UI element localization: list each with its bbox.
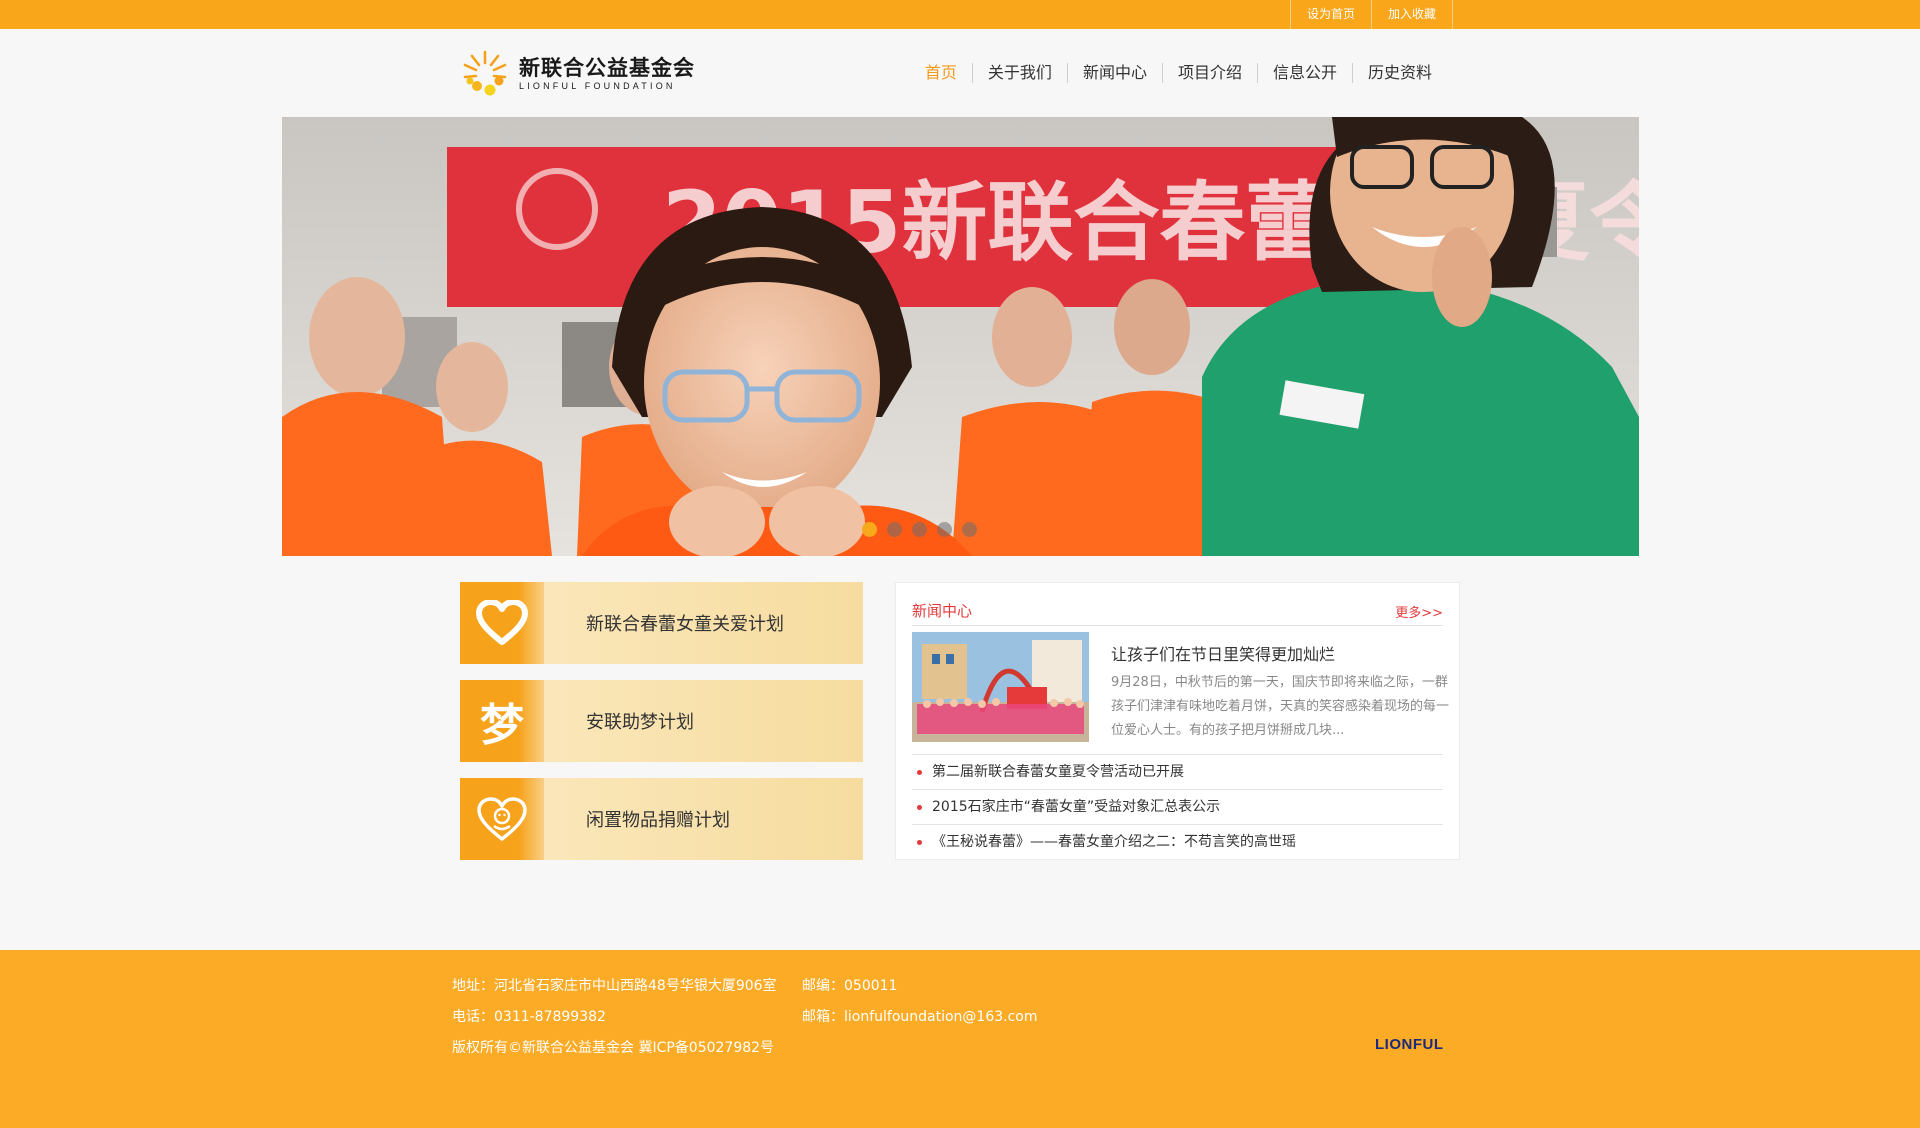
project-card-dream[interactable]: 梦 安联助梦计划 (460, 680, 863, 762)
nav-about[interactable]: 关于我们 (971, 63, 1067, 83)
heart-face-icon (460, 778, 544, 860)
bullet-icon (917, 805, 922, 810)
banner-photo: 2015新联合春蕾女童夏令 (282, 117, 1639, 556)
add-favorite-link[interactable]: 加入收藏 (1370, 0, 1453, 29)
bullet-icon (917, 840, 922, 845)
news-item-title: 《王秘说春蕾》——春蕾女童介绍之二：不苟言笑的高世瑶 (932, 834, 1296, 850)
project-label: 新联合春蕾女童关爱计划 (586, 614, 784, 635)
footer-postcode: 邮编：050011 (802, 978, 898, 994)
project-card-donation[interactable]: 闲置物品捐赠计划 (460, 778, 863, 860)
hero-banner[interactable]: 2015新联合春蕾女童夏令 (282, 117, 1639, 556)
news-header: 新闻中心 更多>> (912, 596, 1443, 626)
dream-char-icon: 梦 (460, 680, 544, 762)
featured-news-title[interactable]: 让孩子们在节日里笑得更加灿烂 (1111, 641, 1335, 665)
project-card-spring-bud[interactable]: 新联合春蕾女童关爱计划 (460, 582, 863, 664)
set-homepage-link[interactable]: 设为首页 (1289, 0, 1371, 29)
news-more-link[interactable]: 更多>> (1395, 602, 1443, 621)
footer-email: 邮箱：lionfulfoundation@163.com (802, 1009, 1038, 1025)
news-featured-thumbnail[interactable] (912, 632, 1089, 742)
logo-text: 新联合公益基金会 LIONFUL FOUNDATION (519, 56, 695, 92)
slider-dot-5[interactable] (962, 522, 977, 537)
nav-news[interactable]: 新闻中心 (1066, 63, 1162, 83)
slider-dot-4[interactable] (937, 522, 952, 537)
main-nav: 首页 关于我们 新闻中心 项目介绍 信息公开 历史资料 (910, 60, 1447, 86)
nav-projects[interactable]: 项目介绍 (1161, 63, 1257, 83)
slider-dot-1[interactable] (862, 522, 877, 537)
logo-name-cn: 新联合公益基金会 (519, 56, 695, 80)
dream-glyph: 梦 (480, 700, 524, 751)
news-center: 新闻中心 更多>> 让孩子们在节日里笑得更加灿烂 9月28日，中秋节后的第一天，… (895, 582, 1460, 860)
slider-dot-3[interactable] (912, 522, 927, 537)
heart-icon (460, 582, 544, 664)
news-list: 第二届新联合春蕾女童夏令营活动已开展 2015石家庄市“春蕾女童”受益对象汇总表… (912, 754, 1443, 859)
list-item[interactable]: 第二届新联合春蕾女童夏令营活动已开展 (912, 754, 1443, 789)
list-item[interactable]: 《王秘说春蕾》——春蕾女童介绍之二：不苟言笑的高世瑶 (912, 824, 1443, 859)
site-logo[interactable]: 新联合公益基金会 LIONFUL FOUNDATION (459, 48, 699, 100)
sun-logo-icon (459, 48, 511, 100)
project-label: 闲置物品捐赠计划 (586, 810, 730, 831)
site-footer (0, 950, 1920, 1128)
project-label: 安联助梦计划 (586, 712, 694, 733)
news-heading: 新闻中心 (912, 602, 973, 620)
nav-disclosure[interactable]: 信息公开 (1256, 63, 1352, 83)
logo-name-en: LIONFUL FOUNDATION (519, 81, 676, 91)
footer-phone: 电话：0311-87899382 (452, 1009, 606, 1025)
featured-news-summary: 9月28日，中秋节后的第一天，国庆节即将来临之际，一群孩子们津津有味地吃着月饼，… (1111, 675, 1450, 738)
list-item[interactable]: 2015石家庄市“春蕾女童”受益对象汇总表公示 (912, 789, 1443, 824)
footer-copyright: 版权所有©新联合公益基金会 冀ICP备05027982号 (452, 1040, 775, 1056)
slider-dot-2[interactable] (887, 522, 902, 537)
top-bar: 设为首页 加入收藏 (0, 0, 1920, 29)
footer-logo: LIONFUL (1375, 1036, 1444, 1053)
news-item-title: 第二届新联合春蕾女童夏令营活动已开展 (932, 764, 1184, 780)
footer-address: 地址：河北省石家庄市中山西路48号华银大厦906室 (452, 978, 777, 994)
nav-history[interactable]: 历史资料 (1351, 63, 1447, 83)
top-links: 设为首页 加入收藏 (1289, 0, 1453, 29)
news-item-title: 2015石家庄市“春蕾女童”受益对象汇总表公示 (932, 799, 1221, 815)
bullet-icon (917, 770, 922, 775)
slider-dots (862, 522, 977, 537)
nav-home[interactable]: 首页 (910, 63, 972, 83)
